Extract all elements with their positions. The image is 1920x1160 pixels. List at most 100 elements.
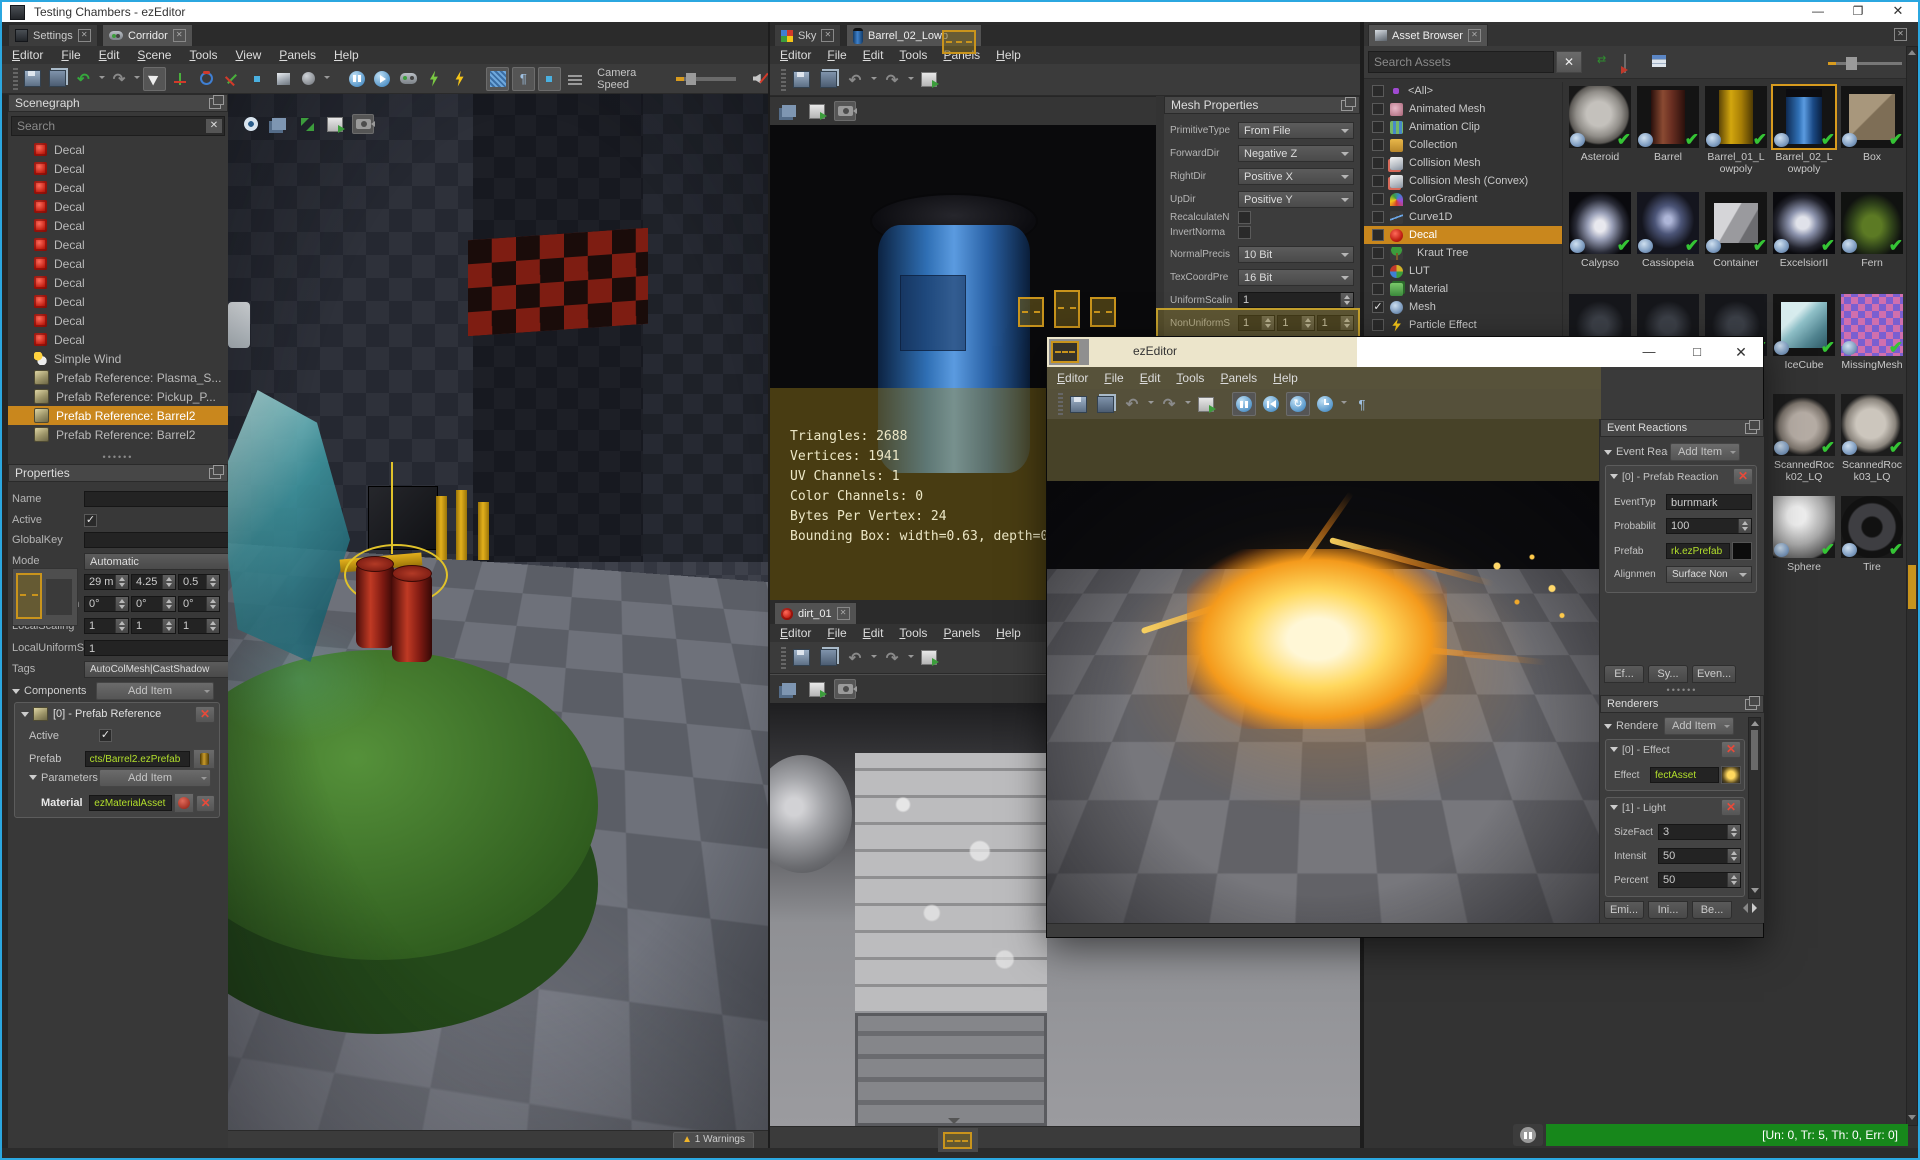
scaling-x-spinner[interactable]: 1 bbox=[84, 618, 129, 634]
view-panels-button[interactable] bbox=[778, 679, 800, 699]
menu-item[interactable]: Edit bbox=[1140, 371, 1161, 385]
asset-scrollbar[interactable] bbox=[1906, 46, 1918, 1126]
play-button[interactable] bbox=[345, 67, 368, 91]
scenegraph-item[interactable]: Decal bbox=[8, 235, 228, 254]
size-factor-spinner[interactable]: 3 bbox=[1658, 824, 1741, 840]
dock-tab[interactable]: Ini... bbox=[1648, 901, 1688, 919]
group-caret-icon[interactable] bbox=[1604, 723, 1612, 733]
save-all-button[interactable] bbox=[816, 646, 840, 670]
undo-dropdown-icon[interactable] bbox=[98, 75, 105, 82]
menu-item[interactable]: File bbox=[61, 48, 80, 62]
menu-item[interactable]: Editor bbox=[12, 48, 43, 62]
components-add-item-button[interactable]: Add Item bbox=[96, 682, 214, 700]
menu-item[interactable]: Panels bbox=[1220, 371, 1257, 385]
category-checkbox[interactable] bbox=[1372, 121, 1384, 133]
menu-item[interactable]: Help bbox=[334, 48, 359, 62]
view-camera-button[interactable] bbox=[834, 679, 857, 699]
asset-tile[interactable]: Container bbox=[1702, 190, 1770, 269]
loop-effect-button[interactable] bbox=[1286, 392, 1310, 416]
redo-dropdown-icon[interactable] bbox=[134, 75, 141, 82]
dock-tab[interactable]: Be... bbox=[1692, 901, 1732, 919]
event-type-field[interactable]: burnmark bbox=[1666, 494, 1752, 510]
probability-spinner[interactable]: 100 bbox=[1666, 518, 1752, 534]
intensity-spinner[interactable]: 50 bbox=[1658, 848, 1741, 864]
asset-category[interactable]: Decal bbox=[1364, 226, 1562, 244]
category-checkbox[interactable] bbox=[1372, 103, 1384, 115]
camera-speed-slider[interactable] bbox=[676, 72, 737, 85]
menu-item[interactable]: Editor bbox=[1057, 371, 1088, 385]
pause-transform-button[interactable] bbox=[1513, 1124, 1543, 1146]
shapes-toggle[interactable] bbox=[537, 66, 561, 91]
menu-item[interactable]: Tools bbox=[189, 48, 217, 62]
dock-float-icon[interactable] bbox=[209, 464, 224, 479]
view-camera-button[interactable] bbox=[352, 114, 375, 134]
save-all-button[interactable] bbox=[816, 68, 840, 92]
export-asset-button[interactable] bbox=[917, 646, 941, 670]
asset-tile[interactable]: Barrel_01_L owpoly bbox=[1702, 84, 1770, 175]
view-eye-button[interactable] bbox=[240, 114, 262, 134]
particle-window-titlebar[interactable]: ezEditor — □ ✕ bbox=[1047, 337, 1763, 367]
renderers-scrollbar-thumb[interactable] bbox=[1751, 730, 1758, 770]
dock-float-icon[interactable] bbox=[1745, 419, 1760, 434]
panel-close-icon[interactable] bbox=[1894, 28, 1907, 41]
visualizers-toggle[interactable] bbox=[1350, 392, 1374, 416]
save-all-button[interactable] bbox=[1093, 392, 1117, 416]
export-asset-button[interactable] bbox=[1194, 392, 1218, 416]
components-caret-icon[interactable] bbox=[12, 688, 20, 698]
scenegraph-item[interactable]: Decal bbox=[8, 197, 228, 216]
menu-item[interactable]: View bbox=[235, 48, 261, 62]
simulation-speed-button[interactable] bbox=[1313, 392, 1337, 416]
camera-speed-slider-handle[interactable] bbox=[686, 72, 696, 85]
position-x-spinner[interactable]: 29 m bbox=[84, 574, 129, 590]
category-checkbox[interactable] bbox=[1372, 211, 1384, 223]
menu-item[interactable]: File bbox=[827, 48, 846, 62]
undo-button[interactable] bbox=[72, 67, 95, 91]
redo-button[interactable] bbox=[108, 67, 131, 91]
tab-close-icon[interactable] bbox=[1467, 29, 1481, 42]
dock-float-icon[interactable] bbox=[1745, 695, 1760, 710]
parameters-caret-icon[interactable] bbox=[29, 775, 37, 784]
event-reactions-add-item-button[interactable]: Add Item bbox=[1670, 443, 1740, 461]
toolbar-grip[interactable] bbox=[13, 67, 18, 90]
save-button[interactable] bbox=[789, 68, 813, 92]
red-barrel-1[interactable] bbox=[356, 562, 394, 648]
asset-tile[interactable]: ScannedRoc k03_LQ bbox=[1838, 392, 1906, 483]
tab-close-icon[interactable] bbox=[172, 29, 186, 42]
layers-button[interactable] bbox=[564, 67, 587, 91]
asset-tile[interactable]: Cassiopeia bbox=[1634, 190, 1702, 269]
category-checkbox[interactable] bbox=[1372, 319, 1384, 331]
primitive-type-dropdown[interactable]: From File bbox=[1238, 122, 1354, 139]
recalculate-normals-checkbox[interactable] bbox=[1238, 211, 1251, 224]
menu-item[interactable]: File bbox=[827, 626, 846, 640]
category-checkbox[interactable] bbox=[1372, 193, 1384, 205]
view-camera-button[interactable] bbox=[834, 101, 857, 121]
menu-item[interactable]: Editor bbox=[780, 48, 811, 62]
forward-dir-dropdown[interactable]: Negative Z bbox=[1238, 145, 1354, 162]
toolbar-grip[interactable] bbox=[781, 68, 786, 91]
mute-sound-button[interactable] bbox=[745, 67, 769, 91]
group-caret-icon[interactable] bbox=[1604, 449, 1612, 459]
rotation-x-spinner[interactable]: 0° bbox=[84, 596, 129, 612]
redo-button[interactable] bbox=[880, 68, 904, 92]
asset-search-input[interactable]: Search Assets bbox=[1368, 51, 1554, 73]
dock-tab[interactable]: Even... bbox=[1692, 665, 1737, 683]
component-active-checkbox[interactable] bbox=[99, 729, 112, 742]
effect-thumb-button[interactable] bbox=[1721, 766, 1741, 784]
select-tool-button[interactable] bbox=[143, 66, 167, 91]
scenegraph-item[interactable]: Decal bbox=[8, 292, 228, 311]
view-expand-button[interactable] bbox=[296, 114, 318, 134]
search-clear-icon[interactable]: ✕ bbox=[206, 119, 222, 133]
menu-item[interactable]: Scene bbox=[137, 48, 171, 62]
search-clear-button[interactable]: ✕ bbox=[1556, 51, 1582, 73]
panel-splitter[interactable]: •••••• bbox=[8, 452, 228, 462]
snap-dot-button[interactable] bbox=[246, 67, 269, 91]
scenegraph-item[interactable]: Decal bbox=[8, 273, 228, 292]
save-button[interactable] bbox=[1066, 392, 1090, 416]
remove-parameter-button[interactable] bbox=[196, 794, 215, 812]
normal-precision-dropdown[interactable]: 10 Bit bbox=[1238, 246, 1354, 263]
reaction-prefab-field[interactable]: rk.ezPrefab bbox=[1666, 543, 1730, 559]
scale-tool-button[interactable] bbox=[220, 67, 243, 91]
undo-button[interactable] bbox=[1120, 392, 1144, 416]
rotate-tool-button[interactable] bbox=[195, 67, 218, 91]
remove-renderer-button[interactable] bbox=[1721, 799, 1741, 816]
